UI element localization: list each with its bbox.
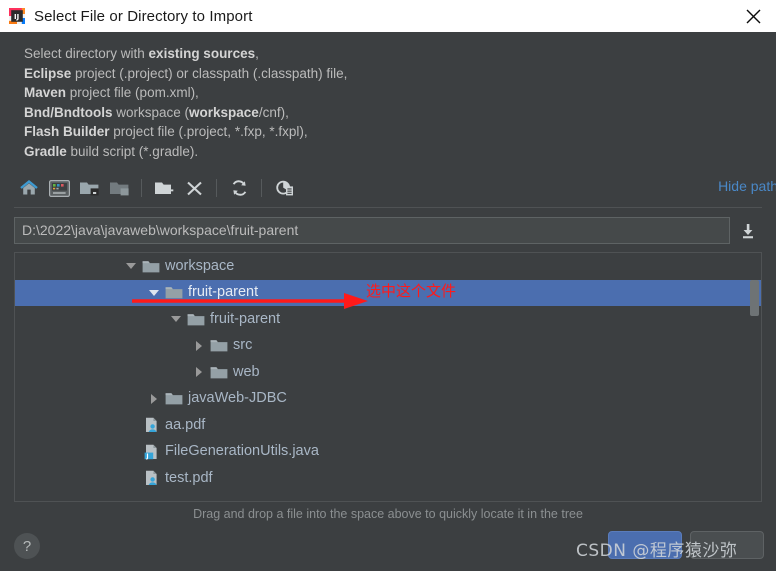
- tree-row-label: aa.pdf: [165, 416, 206, 433]
- pdf-file-icon: [142, 417, 160, 433]
- file-tree-panel: workspace fruit-parent fruit-parent src web j…: [14, 252, 762, 502]
- help-button[interactable]: ?: [14, 533, 40, 559]
- description-line: Bnd/Bndtools workspace (workspace/cnf),: [24, 104, 289, 120]
- tree-row-label: src: [233, 337, 253, 354]
- module-folder-icon[interactable]: [104, 174, 134, 202]
- tree-row-label: test.pdf: [165, 469, 213, 486]
- tree-row[interactable]: fruit-parent: [15, 279, 761, 306]
- dialog-footer: ?: [0, 521, 776, 571]
- chevron-right-icon[interactable]: [191, 364, 207, 380]
- folder-icon: [210, 364, 228, 380]
- hide-path-link[interactable]: Hide path: [718, 178, 776, 194]
- toolbar-separator: [141, 179, 142, 197]
- tree-row[interactable]: J FileGenerationUtils.java: [15, 439, 761, 466]
- chevron-down-icon[interactable]: [168, 311, 184, 327]
- file-tree[interactable]: workspace fruit-parent fruit-parent src web j…: [15, 253, 761, 501]
- window-title: Select File or Directory to Import: [34, 7, 253, 25]
- toolbar-separator: [261, 179, 262, 197]
- drop-down-download-icon[interactable]: [734, 217, 762, 244]
- chevron-right-icon[interactable]: [191, 338, 207, 354]
- delete-icon[interactable]: [179, 174, 209, 202]
- file-chooser-toolbar: Hide path: [14, 169, 776, 208]
- chevron-down-icon[interactable]: [146, 285, 162, 301]
- footer-button-group: [608, 531, 764, 559]
- desktop-icon[interactable]: [44, 174, 74, 202]
- tree-row[interactable]: test.pdf: [15, 465, 761, 492]
- description-line: Eclipse project (.project) or classpath …: [24, 65, 348, 81]
- description-line: Maven project file (pom.xml),: [24, 85, 199, 100]
- tree-row-label: javaWeb-JDBC: [188, 390, 287, 407]
- svg-text:IJ: IJ: [14, 13, 19, 21]
- chevron-right-icon[interactable]: [146, 391, 162, 407]
- ok-button[interactable]: [608, 531, 682, 559]
- tree-row-label: workspace: [165, 257, 235, 274]
- tree-row[interactable]: aa.pdf: [15, 412, 761, 439]
- intellij-idea-logo: IJ: [9, 8, 25, 24]
- pdf-file-icon: [142, 470, 160, 486]
- show-hidden-files-icon[interactable]: [269, 174, 299, 202]
- home-icon[interactable]: [14, 174, 44, 202]
- tree-scrollbar[interactable]: [749, 254, 760, 500]
- new-folder-icon[interactable]: [149, 174, 179, 202]
- chevron-down-icon[interactable]: [123, 258, 139, 274]
- tree-row[interactable]: workspace: [15, 253, 761, 280]
- tree-scrollbar-thumb[interactable]: [750, 280, 759, 316]
- title-bar: IJ Select File or Directory to Import: [0, 0, 776, 32]
- project-folder-icon[interactable]: [74, 174, 104, 202]
- tree-row-label: fruit-parent: [188, 284, 259, 301]
- toolbar-separator: [216, 179, 217, 197]
- tree-row[interactable]: fruit-parent: [15, 306, 761, 333]
- cancel-button[interactable]: [690, 531, 764, 559]
- path-row: [14, 217, 762, 244]
- folder-icon: [165, 285, 183, 301]
- description-line: Gradle build script (*.gradle).: [24, 143, 199, 159]
- java-file-icon: J: [142, 444, 160, 460]
- tree-row-label: web: [233, 363, 260, 380]
- folder-icon: [210, 338, 228, 354]
- folder-icon: [187, 311, 205, 327]
- close-icon[interactable]: [730, 0, 776, 32]
- tree-row-label: FileGenerationUtils.java: [165, 443, 319, 460]
- description-line: Flash Builder project file (.project, *.…: [24, 124, 308, 139]
- path-input[interactable]: [14, 217, 730, 244]
- folder-icon: [142, 258, 160, 274]
- tree-row[interactable]: javaWeb-JDBC: [15, 386, 761, 413]
- tree-row[interactable]: web: [15, 359, 761, 386]
- refresh-icon[interactable]: [224, 174, 254, 202]
- tree-row-label: fruit-parent: [210, 310, 281, 327]
- drag-drop-hint: Drag and drop a file into the space abov…: [193, 507, 583, 521]
- svg-text:J: J: [145, 453, 148, 460]
- description-line: Select directory with existing sources,: [24, 46, 259, 61]
- dialog-description: Select directory with existing sources, E…: [0, 32, 776, 169]
- import-file-dialog: IJ Select File or Directory to Import Se…: [0, 0, 776, 571]
- folder-icon: [165, 391, 183, 407]
- tree-row[interactable]: src: [15, 333, 761, 360]
